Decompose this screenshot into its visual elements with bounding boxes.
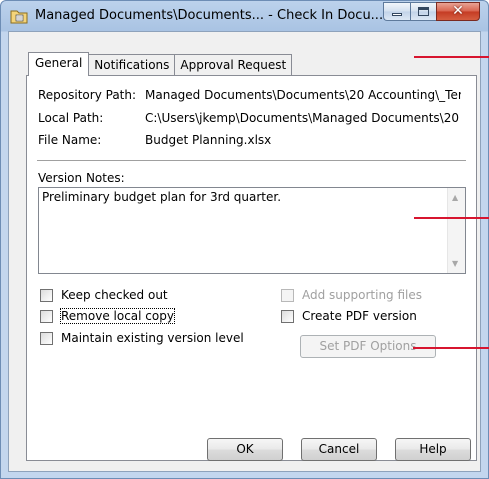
scroll-up-icon[interactable]: ▲: [452, 194, 458, 202]
title-bar[interactable]: Managed Documents\Documents... - Check I…: [1, 1, 488, 31]
check-in-dialog-window: Managed Documents\Documents... - Check I…: [0, 0, 489, 479]
notes-scrollbar[interactable]: ▲ ▼: [447, 188, 465, 273]
keep-checked-out-label: Keep checked out: [61, 288, 168, 302]
checkbox-box[interactable]: [40, 288, 53, 302]
maintain-version-level-label: Maintain existing version level: [61, 331, 244, 345]
checkbox-box[interactable]: [40, 331, 53, 345]
file-name-label: File Name:: [38, 133, 102, 147]
maintain-version-level-checkbox[interactable]: Maintain existing version level: [40, 331, 244, 345]
callout-line-notes: [414, 217, 489, 219]
checkbox-box[interactable]: [281, 288, 294, 302]
version-notes-text: Preliminary budget plan for 3rd quarter.: [42, 190, 282, 204]
tab-strip: General Notifications Approval Request: [28, 52, 293, 76]
repository-path-value: Managed Documents\Documents\20 Accountin…: [145, 88, 461, 102]
scroll-down-icon[interactable]: ▼: [452, 260, 458, 268]
local-path-value: C:\Users\jkemp\Documents\Managed Documen…: [145, 111, 461, 125]
checkbox-box[interactable]: [281, 309, 294, 323]
keep-checked-out-checkbox[interactable]: Keep checked out: [40, 288, 168, 302]
repository-path-label: Repository Path:: [38, 88, 137, 102]
close-button[interactable]: ✕: [436, 2, 480, 21]
minimize-icon: [392, 13, 402, 16]
create-pdf-version-checkbox[interactable]: Create PDF version: [281, 309, 417, 323]
close-icon: ✕: [452, 3, 464, 19]
checkbox-box[interactable]: [40, 309, 53, 323]
general-tab-panel: Repository Path: Managed Documents\Docum…: [26, 75, 477, 461]
version-notes-textarea[interactable]: Preliminary budget plan for 3rd quarter.…: [38, 187, 466, 274]
callout-line-tabs: [414, 56, 489, 58]
add-supporting-files-checkbox[interactable]: Add supporting files: [281, 288, 422, 302]
help-button[interactable]: Help: [395, 438, 471, 461]
maximize-icon: [418, 7, 429, 16]
tab-notifications[interactable]: Notifications: [88, 54, 176, 75]
window-title: Managed Documents\Documents... - Check I…: [35, 8, 384, 23]
dialog-client-area: General Notifications Approval Request R…: [8, 31, 481, 472]
add-supporting-files-label: Add supporting files: [302, 288, 423, 302]
section-divider: [37, 160, 466, 162]
ok-button[interactable]: OK: [207, 438, 283, 461]
maximize-button[interactable]: [410, 2, 436, 21]
caption-buttons: ✕: [383, 2, 480, 22]
callout-line-pdf-options: [413, 347, 489, 349]
folder-document-icon: [10, 10, 28, 24]
local-path-label: Local Path:: [38, 111, 104, 125]
remove-local-copy-checkbox[interactable]: Remove local copy: [40, 308, 175, 324]
remove-local-copy-label: Remove local copy: [60, 308, 175, 324]
create-pdf-version-label: Create PDF version: [302, 309, 417, 323]
cancel-button[interactable]: Cancel: [301, 438, 377, 461]
version-notes-label: Version Notes:: [38, 171, 125, 185]
file-name-value: Budget Planning.xlsx: [145, 133, 272, 147]
tab-general[interactable]: General: [28, 52, 90, 76]
minimize-button[interactable]: [383, 2, 410, 21]
tab-approval-request[interactable]: Approval Request: [174, 54, 293, 75]
